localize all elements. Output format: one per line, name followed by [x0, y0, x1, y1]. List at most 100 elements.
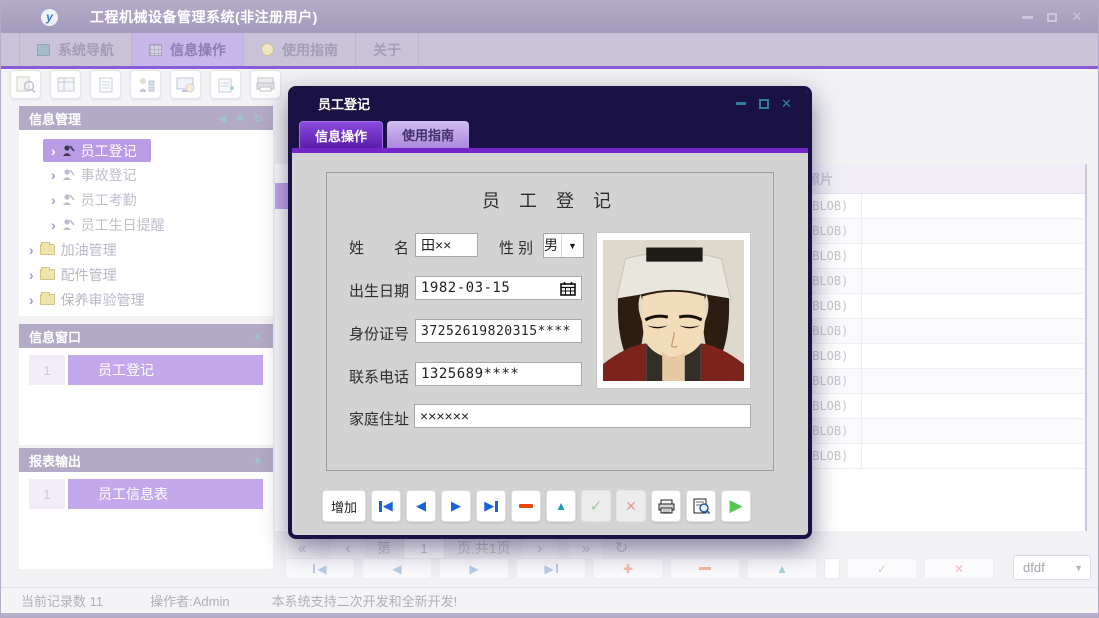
table-row[interactable]: (BLOB) [791, 369, 1085, 394]
prev-record-button[interactable]: ◀ [406, 490, 436, 522]
plus-icon[interactable]: ✚ [236, 112, 245, 125]
monitor-button[interactable] [170, 70, 201, 99]
table-row[interactable]: (BLOB) [791, 219, 1085, 244]
employee-photo [597, 233, 750, 388]
close-icon[interactable]: ✕ [1070, 10, 1084, 24]
dialog-close-icon[interactable]: ✕ [780, 97, 793, 110]
table-row[interactable]: (BLOB) [791, 444, 1085, 469]
chevron-right-icon: › [29, 242, 34, 258]
app-window: y 工程机械设备管理系统(非注册用户) ✕ 系统导航 信息操作 使用指南 关于 [0, 0, 1099, 618]
accent-line [1, 66, 1098, 69]
first-record-button[interactable]: ◀ [285, 558, 355, 579]
confirm-button[interactable]: ✓ [581, 490, 611, 522]
next-page-button[interactable]: › [523, 538, 557, 558]
delete-record-button[interactable] [511, 490, 541, 522]
document-plus-icon [218, 77, 234, 93]
id-number-field[interactable] [415, 319, 582, 343]
cancel-button[interactable]: ✕ [616, 490, 646, 522]
add-button[interactable]: 增加 [322, 490, 366, 522]
delete-record-button[interactable] [670, 558, 740, 579]
search-button[interactable] [10, 70, 41, 99]
tab-user-guide[interactable]: 使用指南 [244, 33, 356, 66]
minus-icon [519, 504, 533, 508]
chevron-down-icon[interactable]: ▼ [561, 234, 583, 257]
tree-item-fuel-management[interactable]: › 加油管理 [29, 237, 117, 262]
tab-system-nav[interactable]: 系统导航 [19, 33, 132, 66]
table-select-dropdown[interactable]: dfdf ▼ [1013, 555, 1091, 580]
refresh-icon[interactable]: ↻ [254, 112, 263, 125]
section-header-info-window[interactable]: 信息窗口 ▲ [19, 324, 273, 348]
nav-left-icon[interactable]: ◀ [218, 112, 226, 125]
section-title: 信息窗口 [29, 327, 81, 346]
dialog-title-bar[interactable]: 员工登记 ✕ [292, 90, 808, 117]
navigation-tree: › 员工登记 › 事故登记 › 员工考勤 › 员工生日提醒 › 加油管理 › 配… [19, 130, 273, 316]
table-row[interactable]: (BLOB) [791, 319, 1085, 344]
edit-record-button[interactable]: ▲ [747, 558, 817, 579]
table-row[interactable]: (BLOB) [791, 294, 1085, 319]
printer-button[interactable] [250, 70, 281, 99]
prev-record-button[interactable]: ◀ [362, 558, 432, 579]
next-record-button[interactable]: ▶ [439, 558, 509, 579]
tree-item-birthday-reminder[interactable]: › 员工生日提醒 [51, 212, 165, 237]
list-item-employee-info-report[interactable]: 1 员工信息表 [29, 479, 263, 509]
tab-label: 系统导航 [58, 40, 114, 60]
print-button[interactable] [651, 490, 681, 522]
first-page-button[interactable]: « [285, 538, 319, 558]
bar-icon [495, 501, 498, 512]
edit-record-button[interactable]: ▲ [546, 490, 576, 522]
collapse-icon[interactable]: ▲ [252, 454, 263, 466]
tree-item-parts-management[interactable]: › 配件管理 [29, 262, 117, 287]
new-record-button[interactable] [210, 70, 241, 99]
prev-icon: ◀ [416, 498, 426, 514]
cancel-record-button[interactable]: ✕ [924, 558, 994, 579]
dialog-minimize-icon[interactable] [734, 97, 747, 110]
section-header-info-management[interactable]: 信息管理 ◀ ✚ ↻ [19, 106, 273, 130]
dialog-tab-info-operation[interactable]: 信息操作 [299, 121, 383, 148]
table-row[interactable]: (BLOB) [791, 244, 1085, 269]
calendar-icon[interactable] [557, 279, 579, 298]
window-controls: ✕ [1020, 1, 1084, 33]
refresh-icon[interactable]: ↻ [615, 538, 628, 558]
prev-page-button[interactable]: ‹ [331, 538, 365, 558]
print-preview-button[interactable] [686, 490, 716, 522]
phone-field[interactable] [415, 362, 582, 386]
address-label: 家庭住址 [349, 408, 409, 429]
collapse-icon[interactable]: ▲ [252, 330, 263, 342]
table-row[interactable]: (BLOB) [791, 394, 1085, 419]
gender-select[interactable]: 男 ▼ [543, 233, 584, 258]
document-button[interactable] [90, 70, 121, 99]
tab-about[interactable]: 关于 [356, 33, 419, 66]
tree-item-accident-register[interactable]: › 事故登记 [51, 162, 137, 187]
dialog-maximize-icon[interactable] [757, 97, 770, 110]
table-row[interactable]: (BLOB) [791, 194, 1085, 219]
pagination-bar: « ‹ 第 1 页,共1页 › » ↻ [285, 537, 628, 559]
name-field[interactable] [415, 233, 478, 257]
insert-record-button[interactable]: ✚ [593, 558, 663, 579]
gender-value: 男 [544, 234, 557, 257]
restore-icon[interactable] [1045, 10, 1059, 24]
table-row[interactable]: (BLOB) [791, 269, 1085, 294]
dialog-tab-user-guide[interactable]: 使用指南 [387, 121, 469, 148]
section-header-report-output[interactable]: 报表输出 ▲ [19, 448, 273, 472]
post-record-button[interactable]: ✓ [847, 558, 917, 579]
tab-info-operation[interactable]: 信息操作 [132, 33, 244, 66]
last-page-button[interactable]: » [569, 538, 603, 558]
table-row[interactable]: (BLOB) [791, 344, 1085, 369]
table-view-button[interactable] [50, 70, 81, 99]
table-row[interactable]: (BLOB) [791, 419, 1085, 444]
minimize-icon[interactable] [1020, 10, 1034, 24]
list-item-employee-register-window[interactable]: 1 员工登记 [29, 355, 263, 385]
page-number-input[interactable]: 1 [403, 538, 445, 559]
tree-item-attendance[interactable]: › 员工考勤 [51, 187, 137, 212]
last-record-button[interactable]: ▶ [476, 490, 506, 522]
last-record-button[interactable]: ▶ [516, 558, 586, 579]
address-field[interactable] [414, 404, 751, 428]
tree-item-employee-register[interactable]: › 员工登记 [43, 139, 151, 162]
first-record-button[interactable]: ◀ [371, 490, 401, 522]
next-record-button[interactable]: ▶ [441, 490, 471, 522]
tree-item-maintenance-management[interactable]: › 保养审验管理 [29, 287, 145, 312]
run-button[interactable]: ▶ [721, 490, 751, 522]
row-number: 1 [29, 355, 65, 385]
name-label: 姓 名 [349, 237, 409, 258]
personnel-button[interactable] [130, 70, 161, 99]
